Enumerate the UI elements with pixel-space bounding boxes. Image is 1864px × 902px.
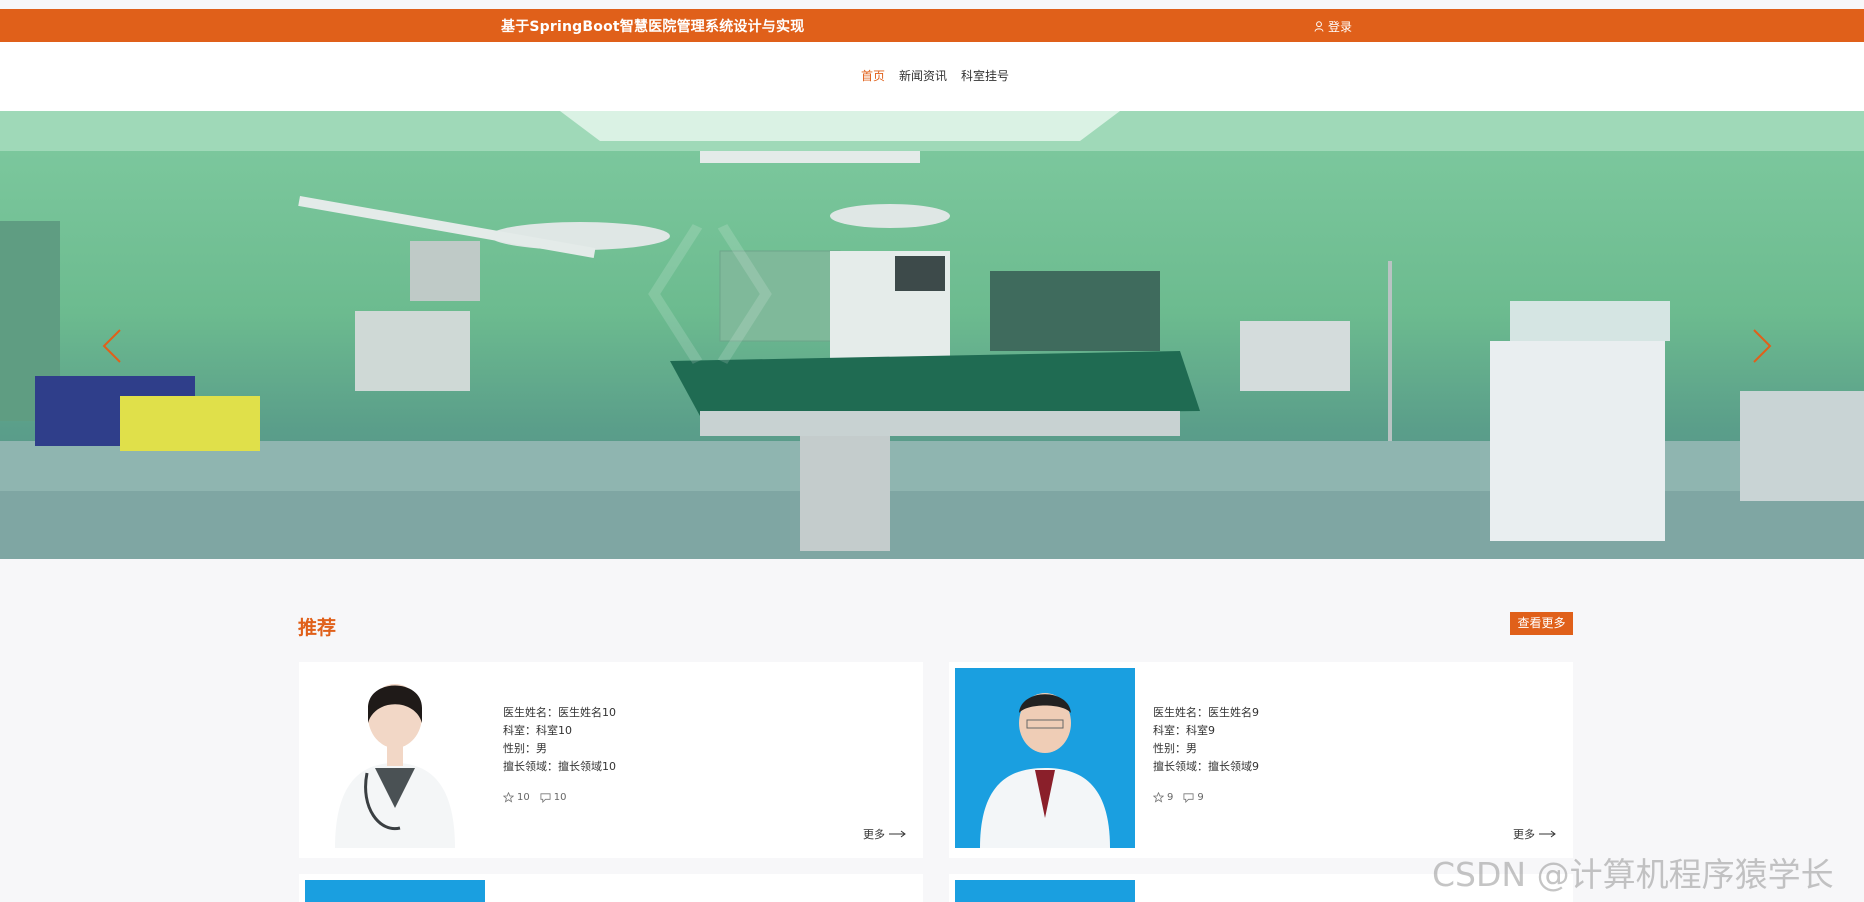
name-label: 医生姓名： (1153, 706, 1208, 719)
doctor-name: 医生姓名9 (1208, 706, 1259, 719)
field-label: 擅长领域： (1153, 760, 1208, 773)
doctor-photo (955, 880, 1135, 902)
doctor-stats: 10 10 (503, 792, 566, 803)
carousel-next-button[interactable] (1742, 311, 1782, 381)
doctor-photo (305, 668, 485, 848)
main-nav: 首页 新闻资讯 科室挂号 (0, 42, 1864, 111)
gender-label: 性别： (1153, 742, 1186, 755)
doctor-dept: 科室10 (536, 724, 572, 737)
like-count: 10 (517, 792, 530, 803)
doctor-field: 擅长领域9 (1208, 760, 1259, 773)
arrow-right-icon (1539, 830, 1556, 838)
nav-item-news[interactable]: 新闻资讯 (899, 67, 947, 84)
top-header-bar: 基于SpringBoot智慧医院管理系统设计与实现 登录 (0, 9, 1864, 42)
dept-label: 科室： (503, 724, 536, 737)
doctor-info: 医生姓名：医生姓名10 科室：科室10 性别：男 擅长领域：擅长领域10 (503, 704, 616, 776)
doctor-field: 擅长领域10 (558, 760, 616, 773)
chevron-right-icon (1753, 329, 1772, 363)
doctor-dept: 科室9 (1186, 724, 1215, 737)
recommend-section-title: 推荐 (298, 617, 337, 639)
chevron-left-icon (102, 329, 121, 363)
name-label: 医生姓名： (503, 706, 558, 719)
dept-label: 科室： (1153, 724, 1186, 737)
operating-room-image: 〈〉 (0, 111, 1864, 559)
doctor-card[interactable]: 医生姓名：医生姓名10 科室：科室10 性别：男 擅长领域：擅长领域10 10 … (299, 662, 923, 858)
card-more-link[interactable]: 更多 (863, 826, 907, 842)
card-more-label: 更多 (863, 828, 885, 841)
login-link[interactable]: 登录 (1314, 18, 1352, 35)
csdn-watermark: CSDN @计算机程序猿学长 (1432, 855, 1834, 894)
doctor-photo (955, 668, 1135, 848)
carousel-prev-button[interactable] (92, 311, 132, 381)
arrow-right-icon (889, 830, 906, 838)
view-more-button[interactable]: 查看更多 (1510, 612, 1573, 635)
doctor-gender: 男 (1186, 742, 1197, 755)
star-icon (1153, 792, 1164, 803)
login-label: 登录 (1328, 20, 1353, 34)
card-more-label: 更多 (1513, 828, 1535, 841)
doctor-photo (305, 880, 485, 902)
card-more-link[interactable]: 更多 (1513, 826, 1557, 842)
comment-icon (540, 793, 551, 803)
gender-label: 性别： (503, 742, 536, 755)
doctor-stats: 9 9 (1153, 792, 1204, 803)
nav-item-home[interactable]: 首页 (861, 67, 885, 84)
comment-icon (1183, 793, 1194, 803)
nav-item-registration[interactable]: 科室挂号 (961, 67, 1009, 84)
site-title: 基于SpringBoot智慧医院管理系统设计与实现 (501, 19, 805, 35)
banner-carousel[interactable]: 〈〉 (0, 111, 1864, 559)
like-count: 9 (1167, 792, 1174, 803)
doctor-info: 医生姓名：医生姓名9 科室：科室9 性别：男 擅长领域：擅长领域9 (1153, 704, 1259, 776)
field-label: 擅长领域： (503, 760, 558, 773)
collect-count: 10 (553, 792, 567, 803)
doctor-gender: 男 (536, 742, 547, 755)
doctor-name: 医生姓名10 (558, 706, 616, 719)
user-icon (1314, 21, 1324, 32)
svg-text:〈〉: 〈〉 (560, 213, 860, 387)
collect-count: 9 (1197, 792, 1204, 803)
doctor-card[interactable]: 医生姓名：医生姓名9 科室：科室9 性别：男 擅长领域：擅长领域9 9 9 更多 (949, 662, 1573, 858)
star-icon (503, 792, 514, 803)
doctor-card-partial[interactable] (299, 874, 923, 902)
